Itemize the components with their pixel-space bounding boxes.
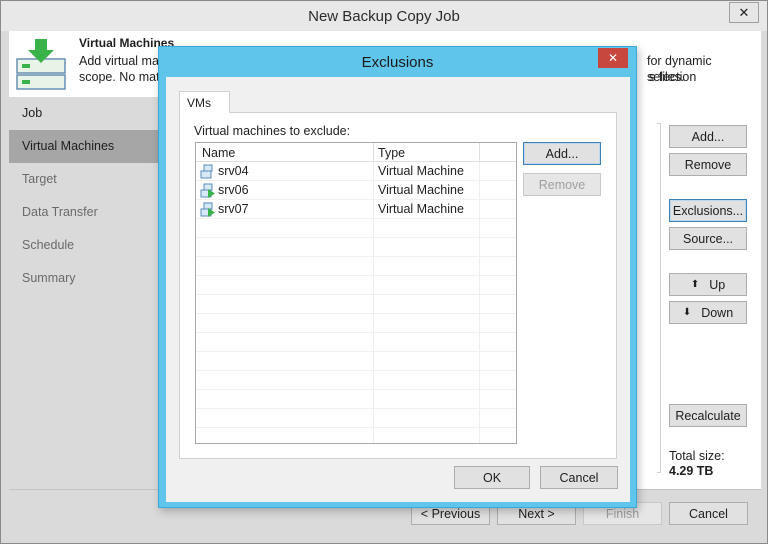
exclusions-button[interactable]: Exclusions... (669, 199, 747, 222)
sidebar-item-summary[interactable]: Summary (9, 262, 161, 295)
ok-button[interactable]: OK (454, 466, 530, 489)
column-separator[interactable] (373, 143, 374, 162)
dialog-add-button[interactable]: Add... (523, 142, 601, 165)
empty-row (196, 257, 516, 276)
vms-tab-panel: Virtual machines to exclude: Name Type s… (179, 112, 617, 459)
dialog-cancel-button[interactable]: Cancel (540, 466, 618, 489)
vm-type: Virtual Machine (378, 164, 464, 178)
window-title: New Backup Copy Job (308, 8, 460, 25)
wizard-steps-sidebar: Job Virtual Machines Target Data Transfe… (9, 97, 161, 295)
vm-running-icon (200, 202, 215, 217)
empty-row (196, 352, 516, 371)
dialog-title[interactable]: Exclusions (159, 54, 636, 71)
arrow-up-icon: ⬆ (690, 279, 700, 290)
empty-row (196, 314, 516, 333)
window-close-button[interactable]: ✕ (729, 2, 759, 23)
sidebar-item-target[interactable]: Target (9, 163, 161, 196)
arrow-down-icon: ⬇ (682, 307, 692, 318)
empty-row (196, 333, 516, 352)
empty-row (196, 238, 516, 257)
sidebar-item-data-transfer[interactable]: Data Transfer (9, 196, 161, 229)
column-header-name[interactable]: Name (202, 146, 235, 160)
column-separator[interactable] (479, 143, 480, 162)
virtual-machines-header-icon (16, 39, 66, 90)
list-header: Name Type (196, 143, 516, 162)
list-item[interactable]: srv06 Virtual Machine (196, 181, 516, 200)
up-label: Up (709, 277, 726, 292)
tab-vms[interactable]: VMs (179, 91, 230, 113)
cancel-button[interactable]: Cancel (669, 502, 748, 525)
dialog-body: VMs Virtual machines to exclude: Name Ty… (166, 77, 630, 502)
total-size-label: Total size: (669, 449, 725, 463)
exclusions-dialog: Exclusions ✕ VMs Virtual machines to exc… (158, 46, 637, 508)
empty-row (196, 390, 516, 409)
empty-row (196, 219, 516, 238)
vm-type: Virtual Machine (378, 202, 464, 216)
empty-row (196, 295, 516, 314)
column-header-type[interactable]: Type (378, 146, 405, 160)
empty-row (196, 428, 516, 443)
excluded-vms-list[interactable]: Name Type srv04 Virtual Machine srv06 Vi… (195, 142, 517, 444)
vm-running-icon (200, 183, 215, 198)
window-titlebar[interactable]: New Backup Copy Job ✕ (1, 1, 767, 31)
up-button[interactable]: ⬆ Up (669, 273, 747, 296)
exclude-list-label: Virtual machines to exclude: (194, 124, 351, 138)
dialog-remove-button[interactable]: Remove (523, 173, 601, 196)
sidebar-item-job[interactable]: Job (9, 97, 161, 130)
add-objects-button[interactable]: Add... (669, 125, 747, 148)
vm-stopped-icon (200, 164, 213, 179)
dialog-close-button[interactable]: ✕ (598, 48, 628, 68)
list-item[interactable]: srv07 Virtual Machine (196, 200, 516, 219)
vm-name: srv06 (218, 183, 249, 197)
down-label: Down (701, 305, 734, 320)
down-button[interactable]: ⬇ Down (669, 301, 747, 324)
list-item[interactable]: srv04 Virtual Machine (196, 162, 516, 181)
objects-list-edge (657, 123, 661, 473)
empty-row (196, 371, 516, 390)
vm-type: Virtual Machine (378, 183, 464, 197)
recalculate-button[interactable]: Recalculate (669, 404, 747, 427)
empty-row (196, 409, 516, 428)
remove-objects-button[interactable]: Remove (669, 153, 747, 176)
vm-name: srv07 (218, 202, 249, 216)
empty-row (196, 276, 516, 295)
total-size-value: 4.29 TB (669, 464, 714, 478)
sidebar-item-schedule[interactable]: Schedule (9, 229, 161, 262)
vm-name: srv04 (218, 164, 249, 178)
sidebar-item-virtual-machines[interactable]: Virtual Machines (9, 130, 161, 163)
source-button[interactable]: Source... (669, 227, 747, 250)
